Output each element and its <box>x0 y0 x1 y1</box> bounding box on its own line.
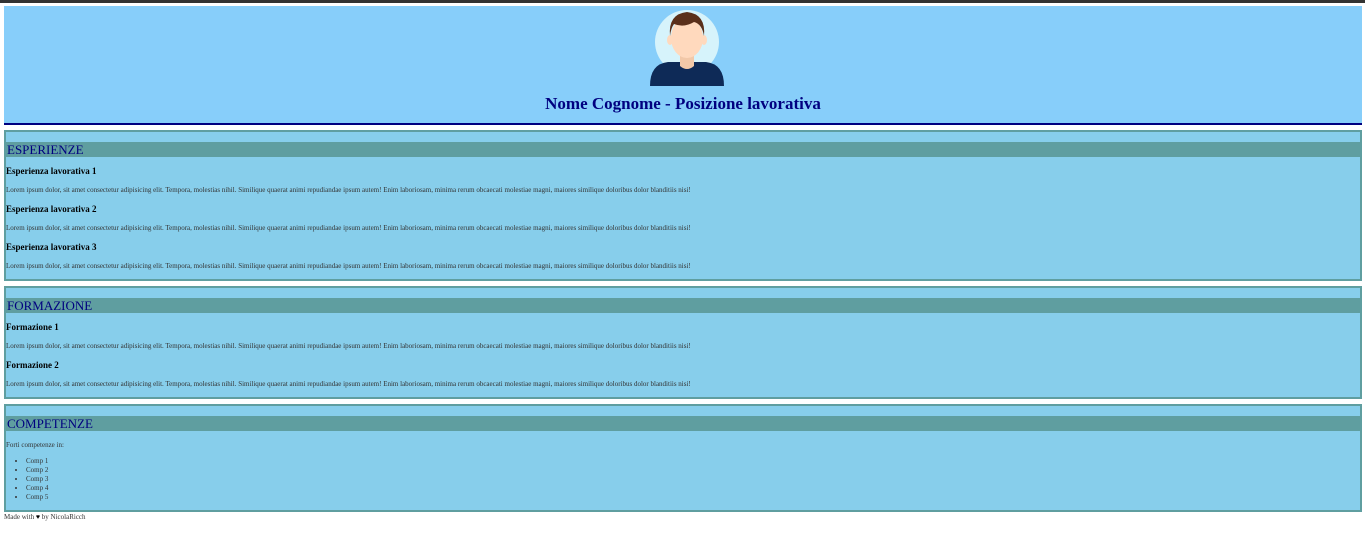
section-padding <box>6 271 1360 279</box>
section-title: FORMAZIONE <box>6 298 1360 313</box>
section-title: ESPERIENZE <box>6 142 1360 157</box>
top-bar <box>0 0 1365 3</box>
section-padding <box>6 389 1360 397</box>
section-padding <box>6 502 1360 510</box>
skill-item: Comp 2 <box>26 466 1360 475</box>
education-title: Formazione 2 <box>6 360 59 370</box>
experience-description: Lorem ipsum dolor, sit amet consectetur … <box>6 262 691 270</box>
section-title: COMPETENZE <box>6 416 1360 431</box>
experience-description: Lorem ipsum dolor, sit amet consectetur … <box>6 224 691 232</box>
skills-body: Forti competenze in: Comp 1 Comp 2 Comp … <box>6 441 1360 510</box>
education-description: Lorem ipsum dolor, sit amet consectetur … <box>6 342 691 350</box>
section-formazione: FORMAZIONE Formazione 1 Lorem ipsum dolo… <box>4 286 1362 399</box>
section-competenze: COMPETENZE Forti competenze in: Comp 1 C… <box>4 404 1362 512</box>
experience-title: Esperienza lavorativa 2 <box>6 204 97 214</box>
page-title: Nome Cognome - Posizione lavorativa <box>545 94 821 113</box>
skill-item: Comp 4 <box>26 484 1360 493</box>
experience-title: Esperienza lavorativa 1 <box>6 166 97 176</box>
profile-header: Nome Cognome - Posizione lavorativa <box>4 6 1362 125</box>
skill-item: Comp 1 <box>26 457 1360 466</box>
skill-item: Comp 5 <box>26 493 1360 502</box>
experience-description: Lorem ipsum dolor, sit amet consectetur … <box>6 186 691 194</box>
section-esperienze: ESPERIENZE Esperienza lavorativa 1 Lorem… <box>4 130 1362 281</box>
footer: Made with ♥ by NicolaRicch <box>4 513 1362 522</box>
person-avatar-icon <box>650 10 724 86</box>
page-container: Nome Cognome - Posizione lavorativa ESPE… <box>4 6 1362 522</box>
skills-list: Comp 1 Comp 2 Comp 3 Comp 4 Comp 5 <box>6 457 1360 502</box>
heart-icon: ♥ <box>35 513 41 521</box>
education-description: Lorem ipsum dolor, sit amet consectetur … <box>6 380 691 388</box>
education-title: Formazione 1 <box>6 322 59 332</box>
skills-intro: Forti competenze in: <box>6 441 64 449</box>
skill-item: Comp 3 <box>26 475 1360 484</box>
footer-author: by NicolaRicch <box>41 513 86 521</box>
experience-title: Esperienza lavorativa 3 <box>6 242 97 252</box>
footer-prefix: Made with <box>4 513 35 521</box>
